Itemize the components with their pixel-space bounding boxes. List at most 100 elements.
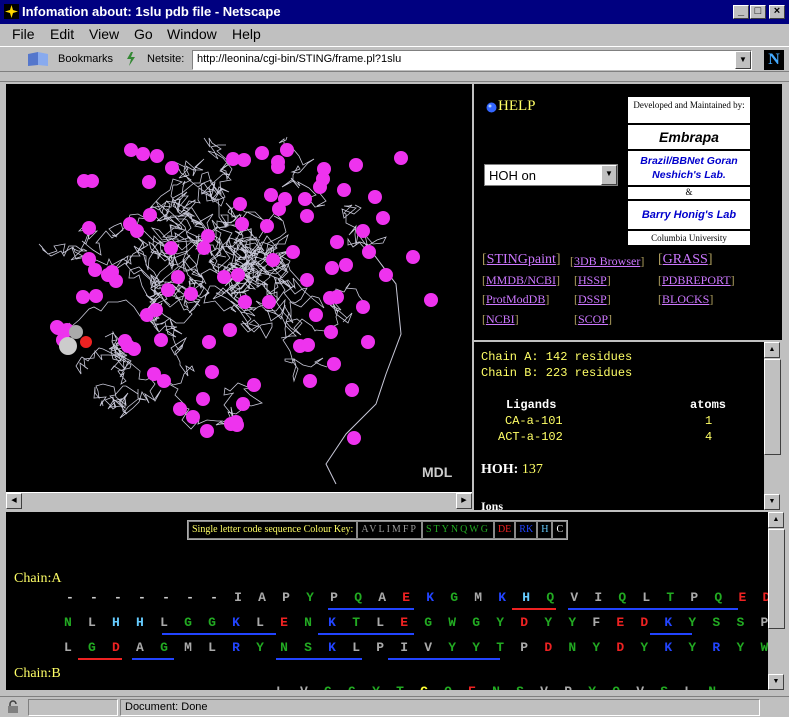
url-dropdown-button[interactable]: ▼ [735,51,751,69]
menu-go[interactable]: Go [134,26,153,42]
residue: D [640,615,665,630]
water-molecule [150,149,164,163]
water-molecule [339,258,353,272]
link-ncbi[interactable]: [NCBI] [482,312,519,327]
water-molecule [362,245,376,259]
residue: L [376,615,401,630]
close-button[interactable]: × [769,5,785,19]
link-stingpaint[interactable]: [STINGpaint] [482,252,561,268]
developed-by-box: Developed and Maintained by: [627,96,751,124]
menu-help[interactable]: Help [232,26,261,42]
ligand-ca: CA-a-101 [505,414,563,428]
water-molecule [201,229,215,243]
info-scroll-down-button[interactable]: ▼ [764,494,780,510]
residue: - [210,590,235,605]
residue: E [402,590,427,605]
netscape-logo-icon: N [764,50,784,70]
security-lock-icon[interactable] [6,700,20,714]
helix-marker [276,658,362,660]
residue: - [90,590,115,605]
residue: L [208,640,233,655]
seq-scroll-down-button[interactable]: ▼ [768,674,784,690]
embrapa-logo[interactable]: Embrapa [627,124,751,150]
residue: Y [306,590,331,605]
scroll-right-button[interactable]: ▶ [456,493,472,509]
residue: E [400,615,425,630]
residue: K [664,615,689,630]
maximize-button[interactable]: □ [750,5,766,19]
water-molecule [356,300,370,314]
link-grass[interactable]: [GRASS] [658,252,712,268]
water-molecule [171,270,185,284]
url-field[interactable]: http://leonina/cgi-bin/STING/frame.pl?1s… [192,50,752,70]
menu-view[interactable]: View [89,26,119,42]
scroll-left-button[interactable]: ◀ [6,493,22,509]
info-scroll-thumb[interactable] [764,359,781,455]
helix-marker [328,608,414,610]
residue: L [642,590,667,605]
seq-scroll-up-button[interactable]: ▲ [768,512,784,528]
residue: H [522,590,547,605]
water-molecule [347,431,361,445]
protein-structure-render[interactable] [6,84,472,492]
residue: E [468,684,492,690]
water-molecule [142,175,156,189]
link-mmdb-ncbi[interactable]: [MMDB/NCBI] [482,273,560,288]
bookmarks-icon[interactable] [26,51,52,67]
barry-honig-lab-link[interactable]: Barry Honig's Lab [627,200,751,230]
water-molecule [280,143,294,157]
minimize-button[interactable]: _ [733,5,749,19]
residue: N [280,640,305,655]
residue: L [64,640,89,655]
bookmarks-label[interactable]: Bookmarks [58,53,113,65]
water-molecule [130,224,144,238]
help-link[interactable]: HELP [498,98,536,115]
residue: E [738,590,763,605]
menu-edit[interactable]: Edit [50,26,74,42]
residue: - [114,590,139,605]
seq-scroll-thumb[interactable] [768,529,785,629]
water-molecule [147,367,161,381]
residue: S [712,615,737,630]
residue: P [330,590,355,605]
residue: A [378,590,403,605]
residue: W [448,615,473,630]
ligand-ca-atoms: 1 [705,414,713,428]
residue: V [570,590,595,605]
info-vertical-scrollbar[interactable]: ▲ ▼ [764,342,781,510]
water-molecule [324,325,338,339]
hoh-dropdown-button[interactable]: ▼ [601,165,617,185]
residue: L [276,684,300,690]
water-molecule [317,162,331,176]
columbia-university-label: Columbia University [627,230,751,246]
link-3db-browser[interactable]: [3DB Browser] [570,254,644,269]
residue: Q [546,590,571,605]
molecule-viewer[interactable]: MDL [6,84,472,492]
water-molecule [205,365,219,379]
brazil-bbnet-link[interactable]: Brazil/BBNet Goran Neshich's Lab. [627,150,751,186]
water-molecule [330,235,344,249]
water-molecule [223,323,237,337]
toolbar-tab-strip[interactable] [0,72,789,82]
residue: A [258,590,283,605]
water-molecule [233,197,247,211]
sequence-vertical-scrollbar[interactable]: ▲ ▼ [768,512,785,690]
link-pdbreport[interactable]: [PDBREPORT] [658,273,735,288]
residue: Y [592,640,617,655]
residue: Y [688,615,713,630]
water-molecule [82,221,96,235]
link-hssp[interactable]: [HSSP] [574,273,611,288]
menu-window[interactable]: Window [167,26,217,42]
info-scroll-up-button[interactable]: ▲ [764,342,780,358]
link-dssp[interactable]: [DSSP] [574,292,611,307]
menu-file[interactable]: File [12,26,35,42]
hoh-select[interactable]: HOH on ▼ [484,164,618,186]
link-protmoddb[interactable]: [ProtModDB] [482,292,549,307]
link-scop[interactable]: [SCOP] [574,312,612,327]
residue: M [184,640,209,655]
residue: G [208,615,233,630]
link-blocks[interactable]: [BLOCKS] [658,292,713,307]
viewer-horizontal-scrollbar[interactable]: ◀ ▶ [6,492,472,509]
residue: N [304,615,329,630]
helix-marker [162,633,276,635]
